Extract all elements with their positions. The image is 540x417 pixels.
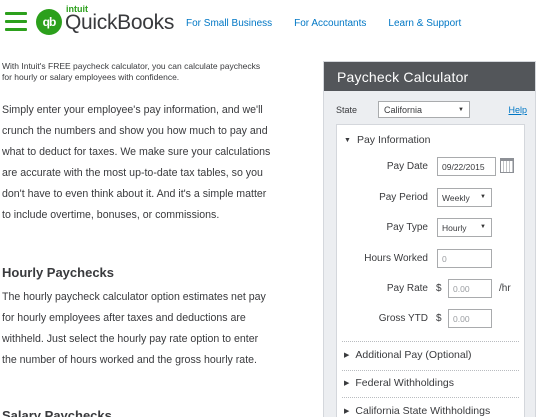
state-value: California [384, 105, 423, 115]
pay-rate-input[interactable]: 0.00 [448, 279, 492, 298]
qb-logo-icon: qb [36, 9, 62, 35]
section-additional-pay[interactable]: ▶ Additional Pay (Optional) [344, 349, 472, 361]
help-link[interactable]: Help [508, 105, 527, 115]
pay-type-label: Pay Type [386, 222, 428, 233]
calendar-icon[interactable] [500, 158, 514, 173]
caret-down-icon: ▼ [480, 224, 486, 230]
quickbooks-logo[interactable]: qb intuit QuickBooks [36, 4, 175, 37]
triangle-right-icon: ▶ [344, 352, 350, 359]
salary-heading: Salary Paychecks [2, 408, 112, 417]
hours-worked-label: Hours Worked [364, 253, 428, 264]
pay-date-label: Pay Date [386, 161, 428, 172]
state-row: State California ▼ Help [336, 101, 527, 119]
divider [342, 341, 519, 342]
triangle-right-icon: ▶ [344, 380, 350, 387]
pay-date-input[interactable]: 09/22/2015 [437, 157, 496, 176]
section-federal-withholdings[interactable]: ▶ Federal Withholdings [344, 377, 454, 389]
calculator-title: Paycheck Calculator [324, 62, 535, 91]
intro-text: With Intuit's FREE paycheck calculator, … [2, 61, 261, 82]
state-select[interactable]: California ▼ [378, 101, 470, 118]
gross-ytd-input[interactable]: 0.00 [448, 309, 492, 328]
triangle-right-icon: ▶ [344, 408, 350, 415]
hours-worked-input[interactable]: 0 [437, 249, 492, 268]
hourly-paragraph: The hourly paycheck calculator option es… [2, 291, 266, 366]
logo-quickbooks-text: QuickBooks [65, 11, 175, 34]
pay-period-label: Pay Period [379, 192, 428, 203]
caret-down-icon: ▼ [480, 194, 486, 200]
pay-rate-label: Pay Rate [386, 283, 428, 294]
nav-small-business[interactable]: For Small Business [186, 18, 272, 29]
logo-intuit-text: intuit [66, 4, 88, 14]
hourly-heading: Hourly Paychecks [2, 265, 115, 280]
state-label: State [336, 105, 358, 115]
pay-type-select[interactable]: Hourly ▼ [437, 218, 492, 237]
section-california-withholdings[interactable]: ▶ California State Withholdings [344, 405, 490, 417]
pay-period-select[interactable]: Weekly ▼ [437, 188, 492, 207]
caret-down-icon: ▼ [458, 107, 464, 113]
description-paragraph: Simply enter your employee's pay informa… [2, 104, 271, 221]
gross-ytd-label: Gross YTD [378, 313, 428, 324]
triangle-down-icon: ▼ [344, 137, 351, 144]
gross-ytd-currency: $ [436, 313, 442, 324]
nav-accountants[interactable]: For Accountants [294, 18, 366, 29]
section-pay-information[interactable]: ▼ Pay Information [344, 134, 430, 146]
hamburger-menu-icon[interactable] [5, 12, 27, 32]
top-nav: For Small Business For Accountants Learn… [186, 18, 483, 29]
divider [342, 370, 519, 371]
pay-rate-currency: $ [436, 283, 442, 294]
calculator-panel: ▼ Pay Information Pay Date 09/22/2015 Pay… [336, 124, 525, 417]
divider [342, 397, 519, 398]
nav-learn-support[interactable]: Learn & Support [388, 18, 461, 29]
pay-rate-unit: /hr [499, 283, 511, 294]
paycheck-calculator: Paycheck Calculator State California ▼ H… [323, 61, 536, 417]
